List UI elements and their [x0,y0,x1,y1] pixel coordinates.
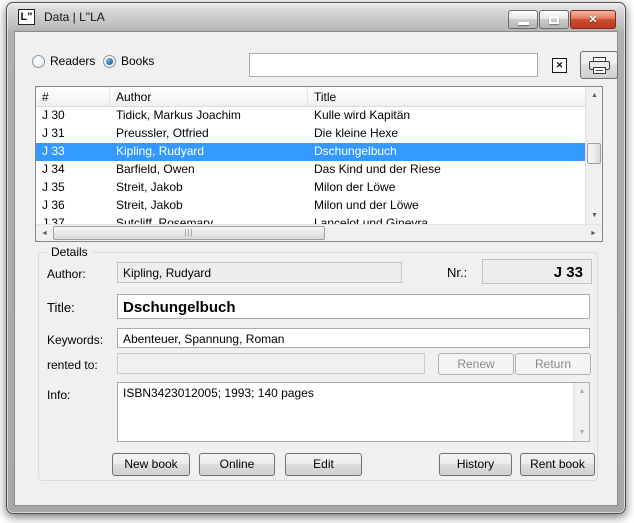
scroll-down-icon[interactable]: ▼ [586,207,603,224]
table-body: J 30Tidick, Markus JoachimKulle wird Kap… [36,107,585,224]
edit-button[interactable]: Edit [285,453,362,476]
table-cell: J 30 [36,107,110,125]
online-button[interactable]: Online [199,453,275,476]
nr-label: Nr.: [447,265,467,280]
vertical-scrollbar[interactable]: ▲ ▼ [585,87,602,224]
scroll-right-icon[interactable]: ► [585,225,602,242]
table-cell: Streit, Jakob [110,179,308,197]
horizontal-scroll-thumb[interactable]: ||| [53,226,325,240]
table-row[interactable]: J 31Preussler, OtfriedDie kleine Hexe [36,125,585,143]
info-label: Info: [47,388,70,402]
author-field[interactable]: Kipling, Rudyard [117,262,402,283]
table-cell: Kipling, Rudyard [110,143,308,161]
vertical-scroll-thumb[interactable] [587,143,601,164]
table-cell: Kulle wird Kapitän [308,107,585,125]
nr-field[interactable]: J 33 [482,259,592,284]
table-cell: Tidick, Markus Joachim [110,107,308,125]
printer-icon [589,57,610,74]
radio-books[interactable]: Books [103,54,154,68]
keywords-label: Keywords: [47,333,103,347]
table-cell: Preussler, Otfried [110,125,308,143]
title-bar[interactable]: L" Data | L"LA ✕ [7,3,625,31]
table-cell: Barfield, Owen [110,161,308,179]
table-cell: Milon und der Löwe [308,197,585,215]
table-row[interactable]: J 33Kipling, RudyardDschungelbuch [36,143,585,161]
table-cell: J 35 [36,179,110,197]
radio-readers-label: Readers [50,54,95,68]
new-book-button[interactable]: New book [112,453,190,476]
title-label: Title: [47,300,75,315]
info-scrollbar[interactable]: ▲ ▼ [573,383,589,441]
clear-icon: ✕ [556,60,564,70]
client-area: Readers Books ✕ # Author Title J 30T [14,31,618,506]
table-header: # Author Title [36,87,602,107]
table-row[interactable]: J 30Tidick, Markus JoachimKulle wird Kap… [36,107,585,125]
return-button: Return [515,353,591,375]
table-row[interactable]: J 37Sutcliff, RosemaryLancelot und Ginev… [36,215,585,224]
print-button[interactable] [580,51,618,79]
table-cell: J 31 [36,125,110,143]
title-field[interactable]: Dschungelbuch [117,294,590,319]
history-button[interactable]: History [439,453,512,476]
details-group-label: Details [47,245,92,259]
table-cell: J 34 [36,161,110,179]
details-group: Details Author: Kipling, Rudyard Nr.: J … [38,252,598,481]
window-title: Data | L"LA [44,10,105,24]
info-scroll-down-icon[interactable]: ▼ [574,424,590,441]
app-window: L" Data | L"LA ✕ Readers Books ✕ [6,2,626,514]
table-row[interactable]: J 36Streit, JakobMilon und der Löwe [36,197,585,215]
info-text: ISBN3423012005; 1993; 140 pages [123,386,314,400]
table-cell: Streit, Jakob [110,197,308,215]
minimize-icon [518,22,529,25]
table-cell: J 37 [36,215,110,224]
radio-unchecked-icon [32,55,45,68]
table-cell: Das Kind und der Riese [308,161,585,179]
column-header-id[interactable]: # [36,87,110,106]
column-header-author[interactable]: Author [110,87,308,106]
scroll-left-icon[interactable]: ◄ [36,225,53,242]
app-icon: L" [18,9,35,25]
table-cell: Sutcliff, Rosemary [110,215,308,224]
clear-search-button[interactable]: ✕ [552,58,567,73]
books-table: # Author Title J 30Tidick, Markus Joachi… [35,86,603,242]
search-input[interactable] [249,53,538,77]
maximize-icon [549,16,559,24]
table-cell: Milon der Löwe [308,179,585,197]
renew-button: Renew [438,353,514,375]
table-row[interactable]: J 34Barfield, OwenDas Kind und der Riese [36,161,585,179]
table-cell: J 33 [36,143,110,161]
table-cell: Die kleine Hexe [308,125,585,143]
keywords-field[interactable]: Abenteuer, Spannung, Roman [117,328,590,348]
horizontal-scrollbar[interactable]: ◄ ||| ► [36,224,602,241]
radio-readers[interactable]: Readers [32,54,95,68]
table-cell: Lancelot und Ginevra [308,215,585,224]
close-icon: ✕ [588,13,597,26]
table-cell: Dschungelbuch [308,143,585,161]
maximize-button[interactable] [539,10,569,29]
radio-checked-icon [103,55,116,68]
window-controls: ✕ [508,10,616,29]
radio-books-label: Books [121,54,154,68]
rented-to-label: rented to: [47,358,98,372]
close-button[interactable]: ✕ [570,10,616,29]
rent-book-button[interactable]: Rent book [520,453,595,476]
info-field[interactable]: ISBN3423012005; 1993; 140 pages ▲ ▼ [117,382,590,442]
author-label: Author: [47,267,86,281]
column-header-title[interactable]: Title [308,87,602,106]
info-scroll-up-icon[interactable]: ▲ [574,383,590,400]
table-cell: J 36 [36,197,110,215]
minimize-button[interactable] [508,10,538,29]
rented-to-field [117,353,425,374]
scroll-up-icon[interactable]: ▲ [586,87,603,104]
table-row[interactable]: J 35Streit, JakobMilon der Löwe [36,179,585,197]
